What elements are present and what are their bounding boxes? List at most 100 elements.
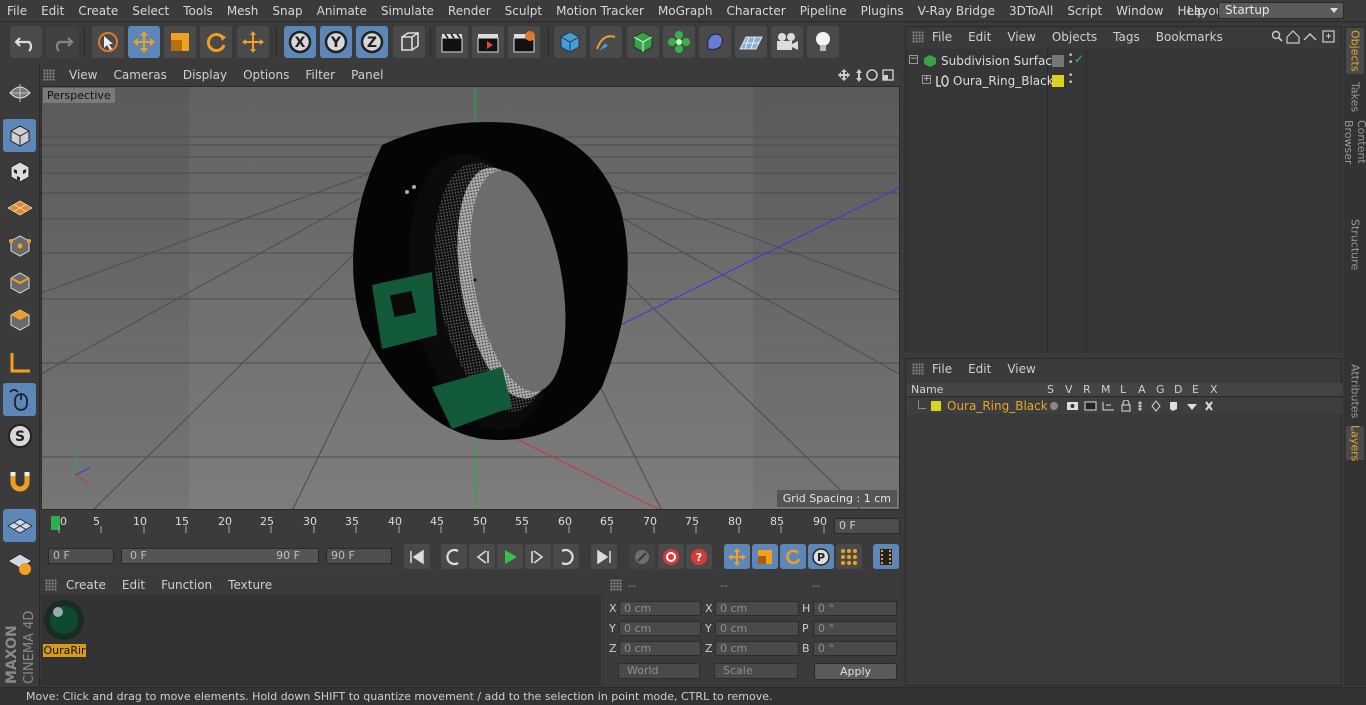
x-axis-lock-button[interactable]: X [284, 26, 316, 58]
menu-tools[interactable]: Tools [176, 0, 220, 22]
objects-menu-view[interactable]: View [999, 27, 1043, 47]
render-to-picture-viewer-button[interactable] [472, 26, 504, 58]
rot-p-field[interactable]: 0 ° [813, 621, 897, 636]
menu-create[interactable]: Create [71, 0, 125, 22]
layer-name[interactable]: Oura_Ring_Black [947, 399, 1048, 413]
enable-workplane-button[interactable] [3, 509, 36, 542]
layers-menu-file[interactable]: File [924, 359, 960, 379]
objects-menu-objects[interactable]: Objects [1044, 27, 1105, 47]
edges-mode-button[interactable] [3, 266, 36, 299]
tweak-mode-button[interactable] [3, 383, 36, 416]
tab-objects[interactable]: Objects [1346, 28, 1364, 74]
axis-mode-button[interactable] [3, 346, 36, 379]
go-to-end-button[interactable] [591, 544, 617, 569]
rotate-tool-button[interactable] [200, 26, 232, 58]
tree-row[interactable]: − Subdivision Surface • • ✓ [906, 51, 1343, 71]
key-rotation-button[interactable] [780, 544, 806, 569]
add-subdivision-button[interactable] [627, 26, 659, 58]
live-selection-button[interactable] [92, 26, 124, 58]
points-mode-button[interactable] [3, 229, 36, 262]
start-frame-field[interactable]: 0 F [48, 548, 114, 564]
workplane-mode-button[interactable] [3, 191, 36, 224]
menu-file[interactable]: File [0, 0, 34, 22]
menu-mesh[interactable]: Mesh [220, 0, 266, 22]
tab-layers[interactable]: Layers [1346, 425, 1364, 461]
add-light-button[interactable] [807, 26, 839, 58]
material-menu-texture[interactable]: Texture [220, 576, 280, 594]
layer-row[interactable]: Oura_Ring_Black [907, 398, 1342, 414]
menu-animate[interactable]: Animate [310, 0, 374, 22]
layer-color-swatch[interactable] [1052, 75, 1064, 87]
viewport-menu-options[interactable]: Options [235, 66, 297, 85]
tab-content-browser[interactable]: Content Browser [1342, 120, 1366, 210]
magnet-button[interactable] [3, 464, 36, 497]
viewport-camera-label[interactable]: Perspective [43, 88, 115, 103]
viewport-menu-cameras[interactable]: Cameras [105, 66, 174, 85]
keyframe-selection-button[interactable]: ? [686, 544, 712, 569]
object-manager-tools[interactable] [1271, 30, 1337, 44]
snap-toggle-button[interactable]: S [3, 419, 36, 452]
objects-menu-file[interactable]: File [924, 27, 960, 47]
apply-button[interactable]: Apply [814, 663, 897, 680]
locked-workplane-button[interactable] [3, 546, 36, 579]
menu-simulate[interactable]: Simulate [374, 0, 441, 22]
go-to-start-button[interactable] [404, 544, 430, 569]
timeline-ruler[interactable]: 0 5 10 15 20 25 30 35 40 45 50 55 60 65 … [41, 513, 901, 539]
pos-z-field[interactable]: 0 cm [619, 641, 701, 656]
material-menu-create[interactable]: Create [58, 576, 114, 594]
previous-frame-button[interactable] [469, 544, 495, 569]
layers-menu-edit[interactable]: Edit [960, 359, 999, 379]
viewport-menu-filter[interactable]: Filter [297, 66, 343, 85]
layer-flags-icons[interactable] [1049, 400, 1219, 412]
add-cube-button[interactable] [554, 26, 586, 58]
add-deformer-button[interactable] [699, 26, 731, 58]
viewport-menu-panel[interactable]: Panel [343, 66, 391, 85]
redo-button[interactable] [46, 26, 78, 58]
size-x-field[interactable]: 0 cm [715, 601, 799, 616]
key-scale-button[interactable] [752, 544, 778, 569]
material-item[interactable]: OuraRir [42, 598, 86, 658]
menu-script[interactable]: Script [1060, 0, 1109, 22]
frame-range-slider[interactable]: 0 F 90 F [121, 548, 319, 564]
add-cloner-button[interactable] [663, 26, 695, 58]
menu-snap[interactable]: Snap [265, 0, 309, 22]
transform-mode-dropdown[interactable]: Scale [714, 663, 798, 679]
menu-edit[interactable]: Edit [34, 0, 71, 22]
texture-mode-button[interactable] [3, 155, 36, 188]
objects-menu-tags[interactable]: Tags [1105, 27, 1148, 47]
y-axis-lock-button[interactable]: Y [320, 26, 352, 58]
scale-tool-button[interactable] [164, 26, 196, 58]
objects-menu-edit[interactable]: Edit [960, 27, 999, 47]
key-parameter-button[interactable]: P [808, 544, 834, 569]
rot-h-field[interactable]: 0 ° [813, 601, 897, 616]
perspective-viewport[interactable]: Perspective Grid Spacing : 1 cm [41, 86, 900, 510]
menu-character[interactable]: Character [719, 0, 792, 22]
layer-color-swatch[interactable] [931, 401, 941, 411]
viewport-nav-icons[interactable] [838, 68, 898, 83]
tab-attributes[interactable]: Attributes [1346, 360, 1364, 422]
menu-vray-bridge[interactable]: V-Ray Bridge [911, 0, 1002, 22]
size-y-field[interactable]: 0 cm [715, 621, 799, 636]
menu-3dtoall[interactable]: 3DToAll [1002, 0, 1060, 22]
menu-mograph[interactable]: MoGraph [651, 0, 720, 22]
menu-render[interactable]: Render [441, 0, 498, 22]
add-spline-button[interactable] [590, 26, 622, 58]
menu-window[interactable]: Window [1109, 0, 1170, 22]
coordinate-system-button[interactable] [393, 26, 425, 58]
add-floor-button[interactable] [735, 26, 767, 58]
collapse-toggle[interactable]: − [909, 55, 918, 64]
next-key-button[interactable] [553, 544, 579, 569]
viewport-menu-view[interactable]: View [61, 66, 105, 85]
end-frame-field[interactable]: 90 F [326, 548, 392, 564]
rot-b-field[interactable]: 0 ° [813, 641, 897, 656]
current-frame-field[interactable]: 0 F [834, 518, 900, 534]
menu-plugins[interactable]: Plugins [854, 0, 911, 22]
tab-structure[interactable]: Structure [1346, 218, 1364, 272]
record-keys-button[interactable] [629, 544, 655, 569]
pos-x-field[interactable]: 0 cm [619, 601, 701, 616]
polygons-mode-button[interactable] [3, 303, 36, 336]
autokey-button[interactable] [658, 544, 684, 569]
menu-select[interactable]: Select [125, 0, 176, 22]
make-editable-button[interactable] [3, 74, 36, 107]
viewport-menu-display[interactable]: Display [175, 66, 235, 85]
